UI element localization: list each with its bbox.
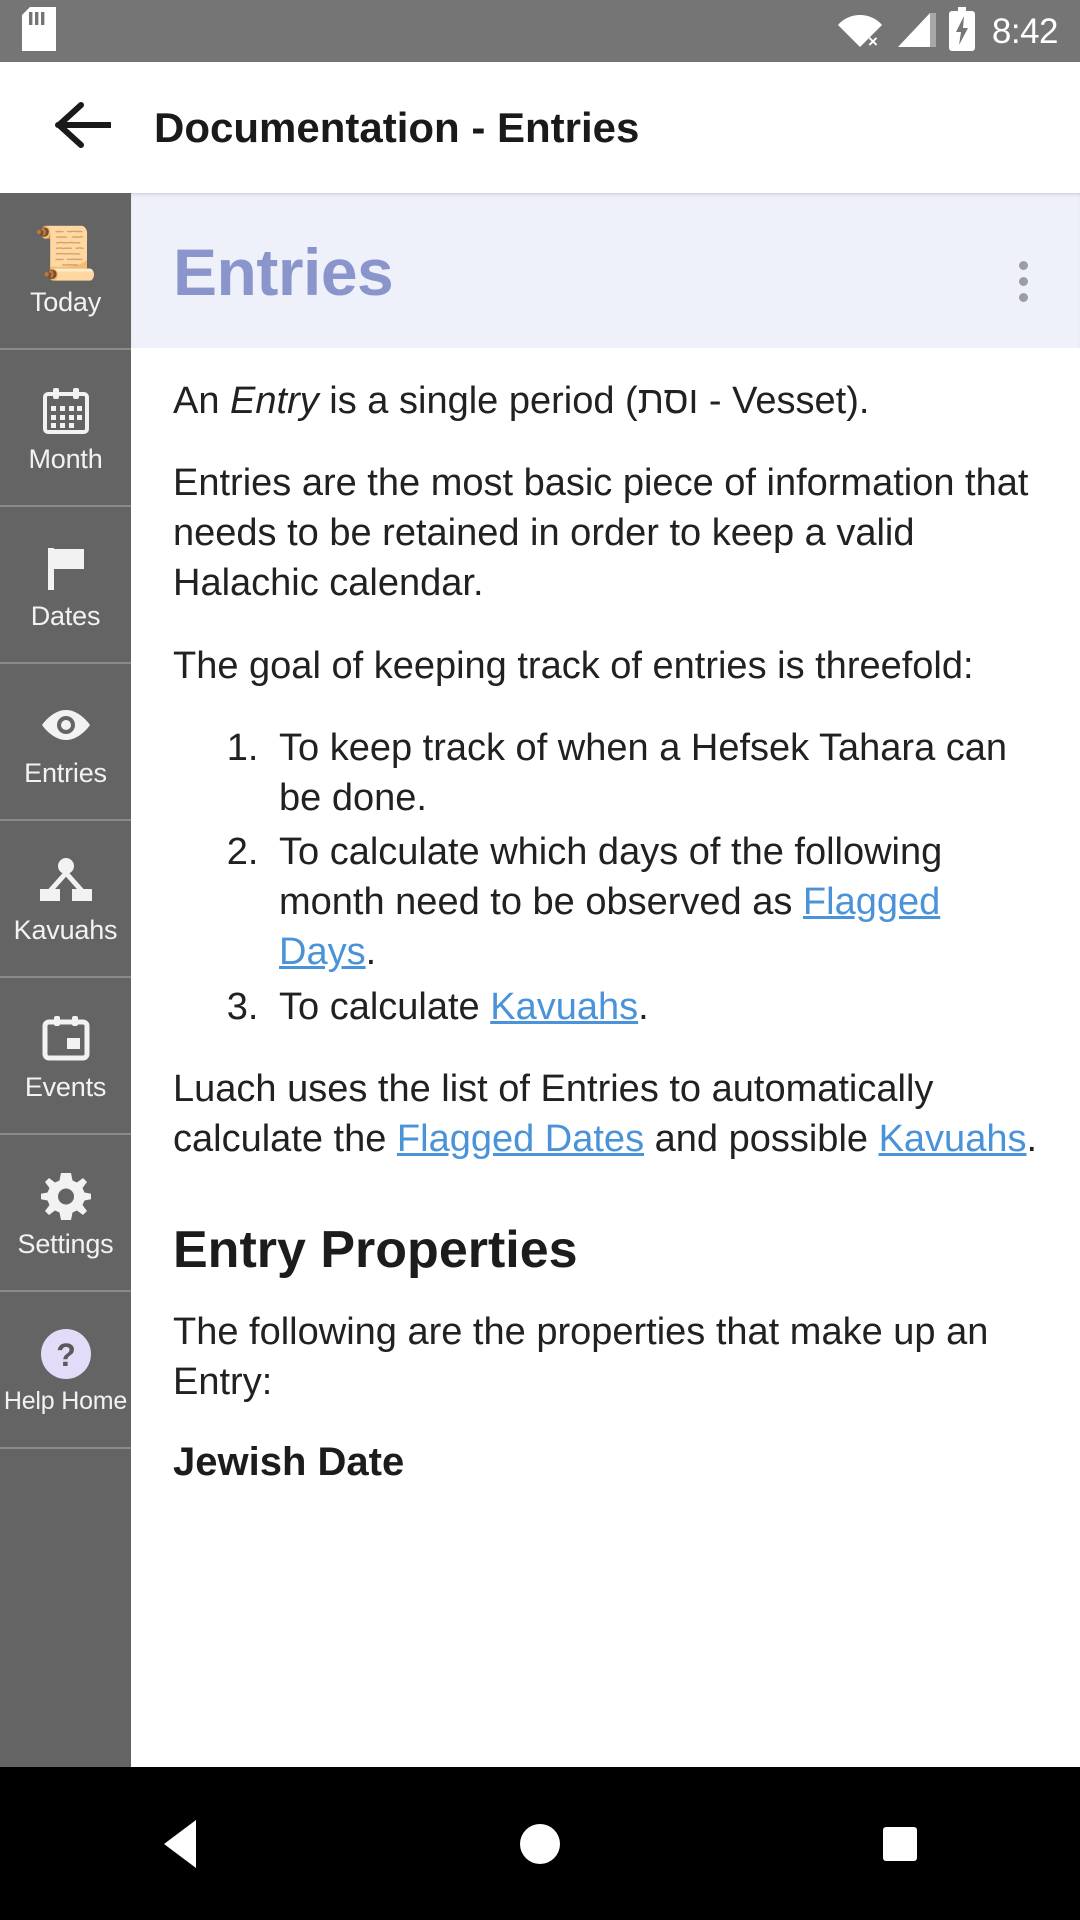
sidebar-item-label: Settings: [17, 1229, 114, 1259]
sidebar-item-kavuahs[interactable]: Kavuahs: [0, 821, 131, 978]
p1-prefix: An: [173, 380, 231, 422]
sidebar-item-label: Help Home: [3, 1387, 128, 1415]
link-flagged-dates[interactable]: Flagged Dates: [397, 1118, 644, 1160]
sidebar-item-label: Today: [29, 287, 102, 317]
p1-italic-entry: Entry: [230, 380, 319, 422]
doc-paragraph-1: An Entry is a single period (וסת - Vesse…: [173, 376, 1038, 426]
p4-c: .: [1026, 1117, 1038, 1160]
sidebar-item-entries[interactable]: Entries: [0, 664, 131, 821]
cell-signal-icon: [896, 9, 936, 54]
status-bar-right: × 8:42: [837, 6, 1059, 56]
doc-header-banner: Entries: [131, 193, 1080, 348]
sidebar-item-events[interactable]: Events: [0, 978, 131, 1135]
nav-back-icon: [164, 1819, 196, 1868]
kebab-dot: [1019, 293, 1028, 302]
list-item: To keep track of when a Hefsek Tahara ca…: [269, 723, 1038, 823]
section-heading-entry-properties: Entry Properties: [173, 1221, 578, 1280]
nav-back-button[interactable]: [105, 1767, 255, 1920]
calendar-month-icon: [40, 382, 92, 440]
sidebar-nav: 📜 Today Month Dates Entries Kavuahs Even…: [0, 193, 131, 1767]
sidebar-item-help-home[interactable]: ? Help Home: [0, 1292, 131, 1449]
arrow-back-icon: [55, 102, 113, 153]
sidebar-item-label: Events: [24, 1072, 107, 1102]
gear-icon: [40, 1167, 91, 1225]
wifi-no-internet-icon: ×: [837, 9, 883, 54]
app-root: × 8:42 Documentation - Entries 📜 Today M…: [0, 0, 1080, 1920]
sidebar-item-label: Entries: [24, 758, 107, 788]
status-bar-left: [22, 6, 837, 56]
svg-text:×: ×: [868, 32, 878, 49]
doc-paragraph-5: The following are the properties that ma…: [173, 1311, 989, 1404]
sd-card-icon: [22, 6, 56, 56]
sidebar-item-today[interactable]: 📜 Today: [0, 193, 131, 350]
p1-suffix: is a single period (וסת - Vesset).: [318, 380, 870, 422]
link-kavuahs[interactable]: Kavuahs: [490, 986, 638, 1028]
account-tree-icon: [38, 853, 94, 911]
nav-recents-button[interactable]: [825, 1767, 975, 1920]
eye-icon: [38, 696, 94, 754]
sidebar-item-settings[interactable]: Settings: [0, 1135, 131, 1292]
help-circle-icon: ?: [38, 1325, 94, 1383]
p4-b: and possible: [644, 1117, 879, 1160]
body-region: 📜 Today Month Dates Entries Kavuahs Even…: [0, 193, 1080, 1767]
page-title: Documentation - Entries: [154, 103, 640, 151]
kebab-dot: [1019, 261, 1028, 270]
doc-paragraph-3: The goal of keeping track of entries is …: [173, 644, 974, 687]
list-item-text: To keep track of when a Hefsek Tahara ca…: [279, 726, 1008, 819]
action-bar: Documentation - Entries: [0, 62, 1080, 193]
section-subheading-jewish-date: Jewish Date: [173, 1439, 405, 1484]
svg-text:?: ?: [56, 1337, 76, 1373]
nav-recents-icon: [883, 1826, 917, 1861]
doc-paragraph-2: Entries are the most basic piece of info…: [173, 462, 1029, 605]
sidebar-item-month[interactable]: Month: [0, 350, 131, 507]
more-vertical-icon[interactable]: [1007, 247, 1040, 316]
scroll-emoji-icon: 📜: [33, 225, 98, 283]
list-item: To calculate Kavuahs.: [269, 982, 1038, 1032]
list-item-tail: .: [365, 931, 377, 974]
back-button[interactable]: [40, 85, 126, 171]
list-item: To calculate which days of the following…: [269, 827, 1038, 977]
kebab-dot: [1019, 277, 1028, 286]
doc-body: An Entry is a single period (וסת - Vesse…: [131, 348, 1080, 1484]
list-item-text: To calculate: [279, 985, 491, 1028]
link-kavuahs-2[interactable]: Kavuahs: [879, 1118, 1027, 1160]
doc-content-panel[interactable]: Entries An Entry is a single period (וסת…: [131, 193, 1080, 1767]
event-note-icon: [40, 1010, 92, 1068]
flag-icon: [40, 539, 92, 597]
nav-home-button[interactable]: [465, 1767, 615, 1920]
status-bar-clock: 8:42: [991, 11, 1059, 51]
nav-home-icon: [520, 1823, 560, 1864]
sidebar-item-label: Month: [28, 444, 103, 474]
battery-charging-icon: [948, 6, 975, 56]
sidebar-item-label: Dates: [30, 601, 101, 631]
android-nav-bar: [0, 1767, 1080, 1920]
doc-paragraph-4: Luach uses the list of Entries to automa…: [173, 1064, 1038, 1164]
doc-goals-list: To keep track of when a Hefsek Tahara ca…: [173, 723, 1038, 1032]
doc-header-title: Entries: [173, 235, 394, 309]
sidebar-item-label: Kavuahs: [13, 915, 118, 945]
list-item-tail: .: [638, 985, 649, 1028]
status-bar: × 8:42: [0, 0, 1080, 62]
sidebar-item-dates[interactable]: Dates: [0, 507, 131, 664]
